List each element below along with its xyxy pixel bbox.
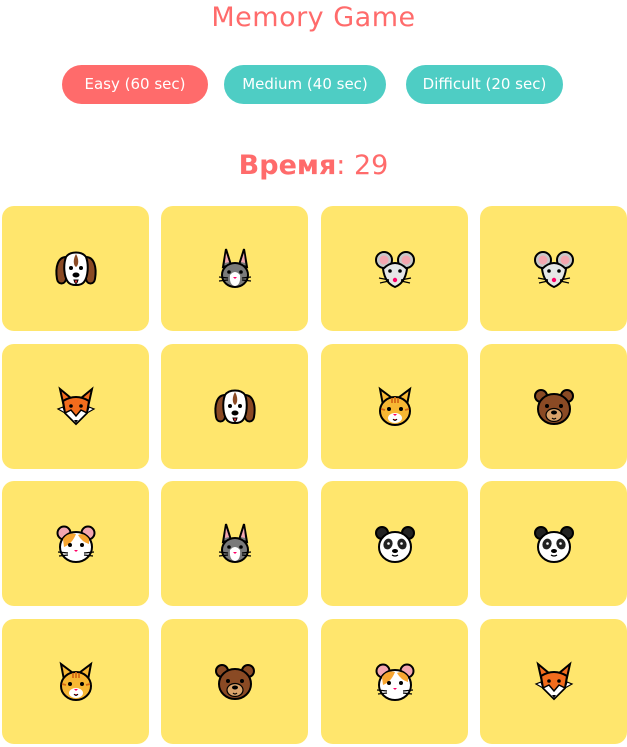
easy-level-button[interactable]: Easy (60 sec)	[62, 65, 208, 104]
panda-icon	[533, 525, 574, 563]
memory-card[interactable]	[2, 344, 149, 469]
dog-icon	[54, 251, 97, 286]
memory-card[interactable]	[321, 619, 468, 744]
memory-card[interactable]	[2, 619, 149, 744]
memory-card[interactable]	[2, 206, 149, 331]
rabbit-icon	[218, 523, 251, 563]
memory-card[interactable]	[161, 481, 308, 606]
medium-level-button[interactable]: Medium (40 sec)	[224, 65, 386, 104]
memory-card[interactable]	[480, 344, 627, 469]
mouse-icon	[533, 250, 574, 288]
memory-card[interactable]	[161, 206, 308, 331]
memory-card[interactable]	[2, 481, 149, 606]
timer-separator: :	[336, 150, 354, 181]
hamster-icon	[375, 663, 414, 701]
memory-card[interactable]	[480, 481, 627, 606]
memory-card[interactable]	[321, 481, 468, 606]
cat-icon	[59, 661, 92, 701]
memory-card[interactable]	[480, 206, 627, 331]
rabbit-icon	[218, 248, 251, 288]
memory-card[interactable]	[321, 344, 468, 469]
mouse-icon	[374, 250, 415, 288]
hamster-icon	[56, 525, 95, 563]
memory-card[interactable]	[321, 206, 468, 331]
bear-icon	[214, 663, 255, 700]
dog-icon	[213, 389, 256, 424]
memory-card[interactable]	[161, 619, 308, 744]
panda-icon	[374, 525, 415, 563]
card-board	[2, 206, 627, 747]
game-title: Memory Game	[211, 2, 416, 33]
memory-card[interactable]	[161, 344, 308, 469]
memory-card[interactable]	[480, 619, 627, 744]
fox-icon	[534, 660, 573, 700]
fox-icon	[56, 385, 95, 425]
timer-value: 29	[353, 150, 389, 181]
difficult-level-button[interactable]: Difficult (20 sec)	[406, 65, 563, 104]
difficulty-selector: Easy (60 sec) Medium (40 sec) Difficult …	[0, 65, 627, 104]
timer-label: Время	[238, 150, 337, 181]
timer: Время: 29	[0, 149, 627, 183]
cat-icon	[378, 386, 411, 426]
bear-icon	[533, 388, 574, 425]
